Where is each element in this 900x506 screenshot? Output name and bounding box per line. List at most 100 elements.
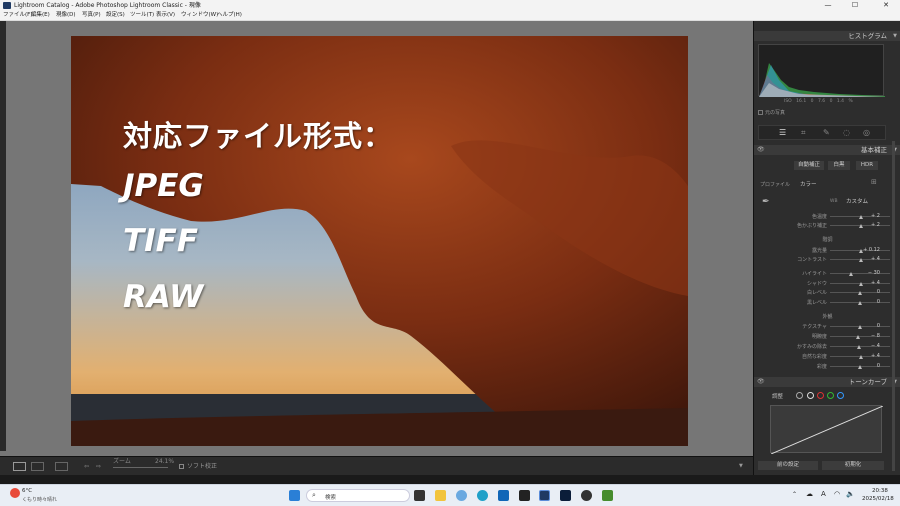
tool-strip: ☰ ⌗ ✎ ◌ ◎ <box>758 125 886 140</box>
tone-curve-header[interactable]: トーンカーブ ▼ <box>754 377 900 387</box>
wb-picker-icon[interactable]: ✒ <box>762 197 770 207</box>
reset-button[interactable]: 初期化 <box>822 461 884 470</box>
clock-date[interactable]: 2025/02/18 <box>862 496 894 502</box>
wb-value[interactable]: カスタム <box>846 197 868 205</box>
compare-view-icon[interactable] <box>31 462 44 471</box>
slider-value[interactable]: 0 <box>860 363 880 369</box>
point-curve-green-icon[interactable] <box>827 392 834 399</box>
slider-value[interactable]: + 4 <box>860 353 880 359</box>
previous-settings-button[interactable]: 前の設定 <box>758 461 818 470</box>
visibility-eye-icon[interactable]: 👁 <box>757 146 765 153</box>
lightroom-taskbar-icon[interactable] <box>539 490 550 501</box>
loupe-view-icon[interactable] <box>13 462 26 471</box>
healing-icon[interactable]: ✎ <box>823 128 830 137</box>
hdr-button[interactable]: HDR <box>856 161 878 170</box>
slider-value[interactable]: 0 <box>860 289 880 295</box>
profile-value[interactable]: カラー <box>800 180 817 188</box>
soft-proof-checkbox[interactable] <box>179 464 184 469</box>
slider-value[interactable]: − 30 <box>860 270 880 276</box>
menu-edit[interactable]: 編集(E) <box>31 11 50 20</box>
slider-value[interactable]: − 8 <box>860 333 880 339</box>
photos-app-icon[interactable] <box>456 490 467 501</box>
histogram-header[interactable]: ヒストグラム ▼ <box>754 31 900 41</box>
crop-icon[interactable]: ⌗ <box>801 128 806 138</box>
histogram-graph[interactable] <box>758 44 885 97</box>
readout-3: 7.6 <box>817 99 826 104</box>
slider-value[interactable]: − 4 <box>860 343 880 349</box>
wifi-icon[interactable]: ◠ <box>834 490 840 498</box>
ime-indicator[interactable]: A <box>821 490 826 498</box>
menu-photo[interactable]: 写真(P) <box>82 11 101 20</box>
edge-icon[interactable] <box>477 490 488 501</box>
masking-icon[interactable]: ◎ <box>863 128 870 137</box>
slider-label: 彩度 <box>816 364 827 370</box>
point-curve-white-icon[interactable] <box>807 392 814 399</box>
slider-value[interactable]: + 4 <box>860 256 880 262</box>
outlook-icon[interactable] <box>498 490 509 501</box>
start-icon[interactable] <box>289 490 300 501</box>
overlay-format-jpeg: JPEG <box>123 168 204 204</box>
readout-1: 16.1 <box>796 99 807 104</box>
wb-label: WB <box>830 199 838 204</box>
slider-value[interactable]: + 2 <box>860 213 880 219</box>
slider-label: 色温度 <box>811 214 827 220</box>
menu-tools[interactable]: ツール(T) <box>130 11 154 20</box>
search-box[interactable]: ⌕ 検索 <box>306 489 410 502</box>
slider-value[interactable]: 0 <box>860 299 880 305</box>
clock-time[interactable]: 20:38 <box>872 488 888 494</box>
toolbar-menu-icon[interactable]: ▼ <box>739 457 743 476</box>
slider-value[interactable]: + 2 <box>860 222 880 228</box>
basic-header[interactable]: 基本補正 ▼ <box>754 145 900 155</box>
slider-knob[interactable] <box>849 272 853 276</box>
auto-button[interactable]: 自動補正 <box>794 161 824 170</box>
collapse-icon[interactable]: ▼ <box>893 31 897 41</box>
menu-file[interactable]: ファイル(F) <box>3 11 32 20</box>
slider-value[interactable]: + 0.12 <box>860 247 880 253</box>
file-explorer-icon[interactable] <box>435 490 446 501</box>
weather-temp: 6°C <box>22 488 33 494</box>
histogram-title: ヒストグラム <box>848 32 887 40</box>
slider-label: コントラスト <box>797 257 827 263</box>
tone-curve-graph[interactable] <box>770 405 884 455</box>
minimize-button[interactable]: — <box>818 0 838 11</box>
menu-develop[interactable]: 現像(D) <box>56 11 76 20</box>
slider-knob[interactable] <box>855 335 860 339</box>
menu-settings[interactable]: 設定(S) <box>106 11 125 20</box>
task-view-icon[interactable] <box>414 490 425 501</box>
menu-window[interactable]: ウィンドウ(W) <box>181 11 218 20</box>
point-curve-red-icon[interactable] <box>817 392 824 399</box>
cloud-icon[interactable]: ☁ <box>806 490 813 498</box>
volume-icon[interactable]: 🔈 <box>846 490 855 498</box>
media-app-icon[interactable] <box>581 490 592 501</box>
visibility-eye-icon[interactable]: 👁 <box>757 378 765 385</box>
slider-label: テクスチャ <box>802 324 827 330</box>
arrow-left-icon[interactable]: ⇦ <box>84 457 89 476</box>
menu-help[interactable]: ヘルプ(H) <box>217 11 242 20</box>
weather-icon[interactable] <box>10 488 20 498</box>
readout-4: 0 <box>829 99 833 104</box>
slider-value[interactable]: + 4 <box>860 280 880 286</box>
point-curve-blue-icon[interactable] <box>837 392 844 399</box>
maximize-button[interactable]: ☐ <box>845 0 865 11</box>
before-after-icon[interactable] <box>55 462 68 471</box>
menu-view[interactable]: 表示(V) <box>156 11 175 20</box>
dreamweaver-icon[interactable] <box>602 490 613 501</box>
arrow-right-icon[interactable]: ⇨ <box>96 457 101 476</box>
red-eye-icon[interactable]: ◌ <box>843 128 850 137</box>
left-panel-collapsed[interactable] <box>0 21 6 451</box>
filmstrip-collapsed[interactable] <box>0 475 900 484</box>
photo-preview[interactable]: 対応ファイル形式： JPEG TIFF RAW <box>71 36 688 446</box>
readout-5: 1.4 <box>836 99 845 104</box>
original-photo-checkbox[interactable] <box>758 110 763 115</box>
menu-bar: ファイル(F) 編集(E) 現像(D) 写真(P) 設定(S) ツール(T) 表… <box>0 11 900 21</box>
tray-expand-icon[interactable]: ⌃ <box>792 491 797 498</box>
amazon-icon[interactable] <box>519 490 530 501</box>
slider-value[interactable]: 0 <box>860 323 880 329</box>
edit-sliders-icon[interactable]: ☰ <box>779 128 786 137</box>
parametric-curve-icon[interactable] <box>796 392 803 399</box>
profile-grid-icon[interactable]: ⊞ <box>871 178 877 186</box>
close-button[interactable]: ✕ <box>876 0 896 11</box>
panel-scrollbar[interactable] <box>892 141 895 471</box>
photoshop-taskbar-icon[interactable] <box>560 490 571 501</box>
bw-button[interactable]: 白黒 <box>828 161 850 170</box>
